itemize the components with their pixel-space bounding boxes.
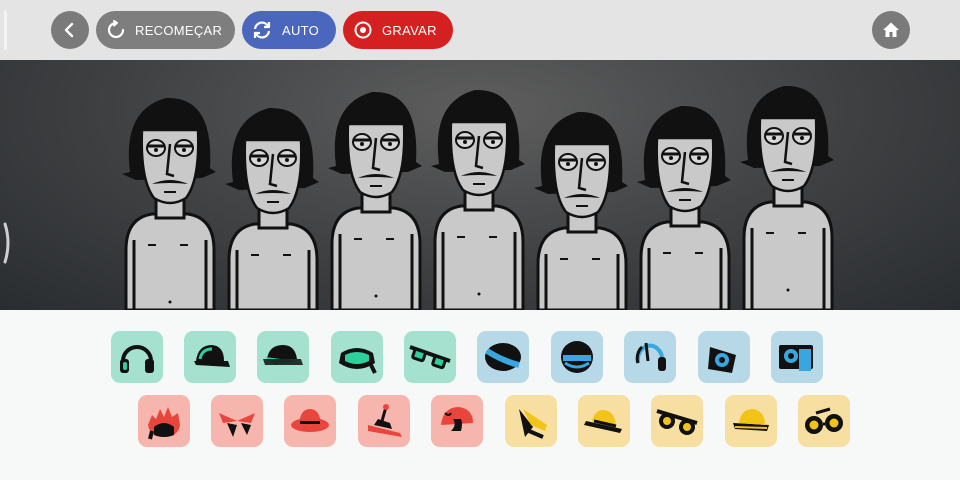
feather-icon bbox=[519, 409, 547, 439]
auto-label: AUTO bbox=[282, 22, 320, 38]
cap-side-icon bbox=[263, 345, 303, 365]
fedora-icon bbox=[291, 409, 329, 432]
top-toolbar: RECOMEÇAR AUTO GRAVAR bbox=[0, 0, 960, 60]
record-button[interactable]: GRAVAR bbox=[343, 11, 453, 49]
home-button[interactable] bbox=[872, 11, 910, 49]
character[interactable] bbox=[225, 107, 319, 310]
radio-icon bbox=[779, 345, 813, 371]
sound-icon-speaker[interactable] bbox=[698, 331, 750, 383]
characters-layer bbox=[122, 85, 834, 310]
home-icon bbox=[883, 22, 899, 37]
sound-icon-round-glasses[interactable] bbox=[798, 395, 850, 447]
sound-icon-spiky-hair[interactable] bbox=[138, 395, 190, 447]
record-label: GRAVAR bbox=[382, 22, 437, 38]
sound-icon-antenna-hat[interactable] bbox=[358, 395, 410, 447]
character[interactable] bbox=[534, 111, 628, 310]
back-button[interactable] bbox=[51, 11, 89, 49]
character[interactable] bbox=[328, 91, 422, 310]
restart-label: RECOMEÇAR bbox=[135, 22, 223, 38]
edge-handle bbox=[4, 10, 7, 50]
auto-button[interactable]: AUTO bbox=[242, 11, 336, 49]
sound-icon-straw-hat[interactable] bbox=[578, 395, 630, 447]
sunglasses-icon bbox=[656, 409, 698, 435]
bucket-hat-icon bbox=[733, 409, 769, 431]
headset-icon bbox=[635, 342, 666, 371]
chevron-left-icon bbox=[64, 22, 74, 38]
restart-button[interactable]: RECOMEÇAR bbox=[96, 11, 235, 49]
sound-icon-visor[interactable] bbox=[477, 331, 529, 383]
bow-icon bbox=[219, 413, 255, 437]
sound-icon-beanie[interactable] bbox=[431, 395, 483, 447]
beanie-icon bbox=[441, 407, 473, 431]
round-glasses-icon bbox=[805, 407, 843, 434]
sound-icon-fedora[interactable] bbox=[284, 395, 336, 447]
character[interactable] bbox=[122, 97, 216, 310]
speaker-icon bbox=[708, 347, 736, 373]
sound-icon-glasses[interactable] bbox=[404, 331, 456, 383]
sound-icon-bucket-hat[interactable] bbox=[725, 395, 777, 447]
sound-icon-cap-side[interactable] bbox=[257, 331, 309, 383]
restart-icon bbox=[107, 20, 125, 39]
glasses-icon bbox=[409, 345, 451, 370]
cap-icon bbox=[194, 345, 230, 367]
sound-icon-sunglasses[interactable] bbox=[651, 395, 703, 447]
visor-icon bbox=[485, 343, 521, 371]
spiky-hair-icon bbox=[148, 407, 180, 440]
sound-icon-cap[interactable] bbox=[184, 331, 236, 383]
sound-icon-feather[interactable] bbox=[505, 395, 557, 447]
sound-icon-radio[interactable] bbox=[771, 331, 823, 383]
character[interactable] bbox=[431, 89, 525, 310]
helmet-icon bbox=[561, 341, 593, 373]
record-icon bbox=[354, 21, 372, 39]
sound-icon-bow[interactable] bbox=[211, 395, 263, 447]
antenna-hat-icon bbox=[368, 404, 402, 437]
refresh-icon bbox=[253, 21, 271, 39]
headphones-icon bbox=[120, 345, 154, 373]
straw-hat-icon bbox=[584, 410, 622, 433]
character-stage bbox=[0, 60, 960, 310]
sound-icon-goggles[interactable] bbox=[331, 331, 383, 383]
sound-icon-headphones[interactable] bbox=[111, 331, 163, 383]
sound-palette bbox=[0, 310, 960, 480]
sound-icon-headset[interactable] bbox=[624, 331, 676, 383]
goggles-icon bbox=[339, 348, 377, 374]
character[interactable] bbox=[637, 105, 731, 310]
sound-icon-helmet[interactable] bbox=[551, 331, 603, 383]
character[interactable] bbox=[740, 85, 834, 310]
